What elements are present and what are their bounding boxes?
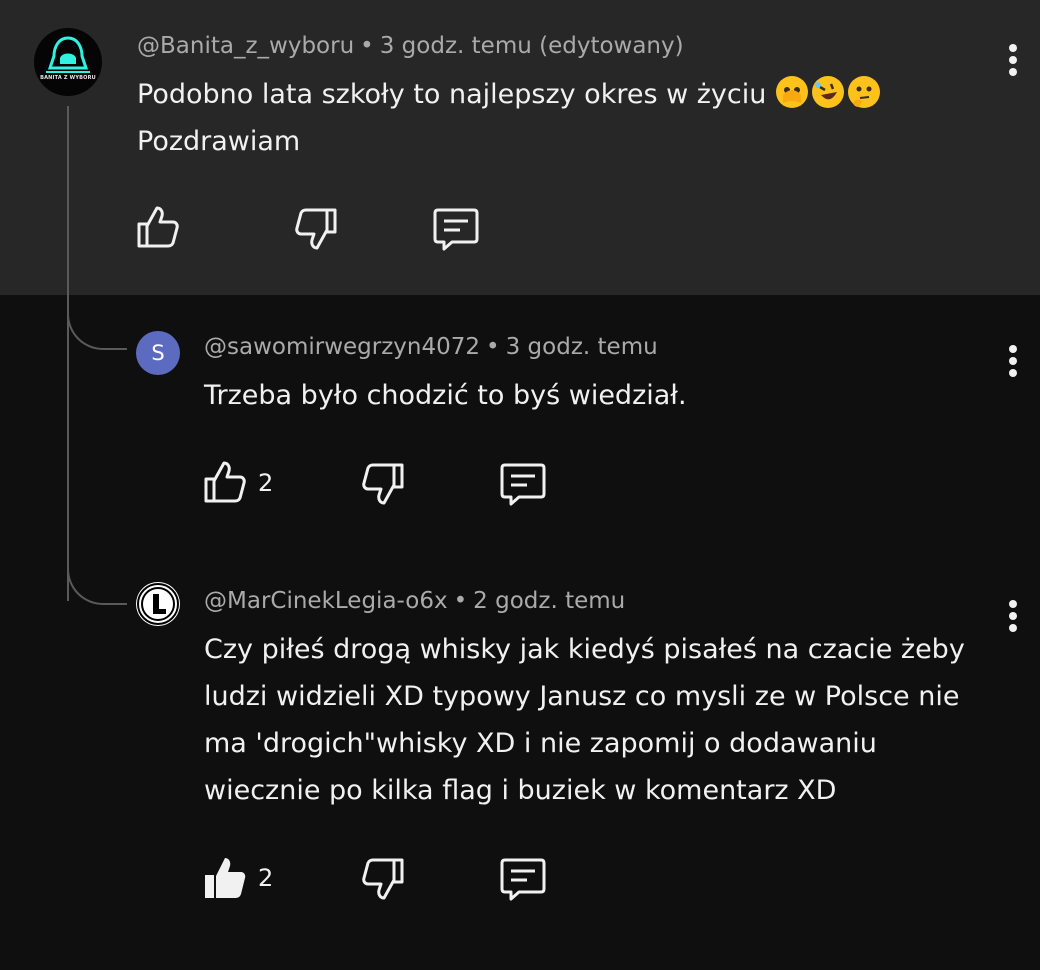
separator: •	[360, 33, 374, 59]
author-name[interactable]: @Banita_z_wyboru	[137, 33, 354, 59]
comment-meta: @MarCinekLegia-o6x • 2 godz. temu	[204, 588, 625, 614]
like-filled-icon[interactable]	[202, 855, 248, 901]
thread-line	[67, 106, 69, 601]
author-name[interactable]: @MarCinekLegia-o6x	[204, 588, 448, 614]
author-name[interactable]: @sawomirwegrzyn4072	[204, 334, 480, 360]
separator: •	[486, 334, 500, 360]
timestamp[interactable]: 3 godz. temu (edytowany)	[380, 33, 684, 59]
comment-meta: @sawomirwegrzyn4072 • 3 godz. temu	[204, 334, 658, 360]
timestamp[interactable]: 3 godz. temu	[506, 334, 658, 360]
more-options-icon[interactable]	[1003, 345, 1023, 385]
hooded-figure-logo	[46, 36, 90, 73]
comment-line-text: Podobno lata szkoły to najlepszy okres w…	[137, 79, 767, 110]
more-options-icon[interactable]	[1003, 44, 1023, 84]
avatar[interactable]: S	[136, 331, 180, 375]
dislike-icon[interactable]	[360, 461, 406, 507]
comment-text: Podobno lata szkoły to najlepszy okres w…	[137, 71, 883, 165]
thread-branch	[67, 310, 127, 350]
reply-icon[interactable]	[499, 461, 547, 507]
comment-line-text: ludzi widzieli XD typowy Janusz co mysli…	[204, 681, 960, 712]
like-count: 2	[258, 864, 274, 892]
comment-line: Podobno lata szkoły to najlepszy okres w…	[137, 71, 883, 118]
reply-icon[interactable]	[432, 206, 480, 252]
more-options-icon[interactable]	[1003, 600, 1023, 640]
like-icon[interactable]	[135, 204, 181, 250]
avatar[interactable]	[136, 582, 180, 626]
rolling-on-floor-laughing-icon	[811, 76, 844, 108]
comment-meta: @Banita_z_wyboru • 3 godz. temu (edytowany…	[137, 33, 684, 59]
comment-line-text: Trzeba było chodzić to byś wiedział.	[204, 380, 687, 411]
comment-line-text: Czy piłeś drogą whisky jak kiedyś pisałe…	[204, 634, 965, 665]
dislike-icon[interactable]	[293, 206, 339, 252]
avatar-caption: BANITA Z WYBORU	[40, 75, 96, 81]
timestamp[interactable]: 2 godz. temu	[473, 588, 625, 614]
separator: •	[453, 588, 468, 614]
thread-branch	[67, 565, 127, 605]
comment-line-text: Pozdrawiam	[137, 126, 301, 157]
comment-line-text: wiecznie po kilka flag i buziek w koment…	[204, 775, 837, 806]
legia-logo	[137, 583, 179, 625]
like-count: 2	[258, 469, 274, 497]
dislike-icon[interactable]	[360, 856, 406, 902]
like-icon[interactable]	[202, 459, 248, 505]
thinking-face-icon	[847, 76, 880, 108]
comment-line-text: ma 'drogich"whisky XD i nie zapomij o do…	[204, 728, 877, 759]
comment-text: Czy piłeś drogą whisky jak kiedyś pisałe…	[204, 626, 965, 814]
face-with-peeking-eye-icon	[775, 76, 808, 108]
comment-text: Trzeba było chodzić to byś wiedział.	[204, 372, 687, 419]
avatar[interactable]: BANITA Z WYBORU	[34, 28, 102, 96]
reply-icon[interactable]	[499, 856, 547, 902]
